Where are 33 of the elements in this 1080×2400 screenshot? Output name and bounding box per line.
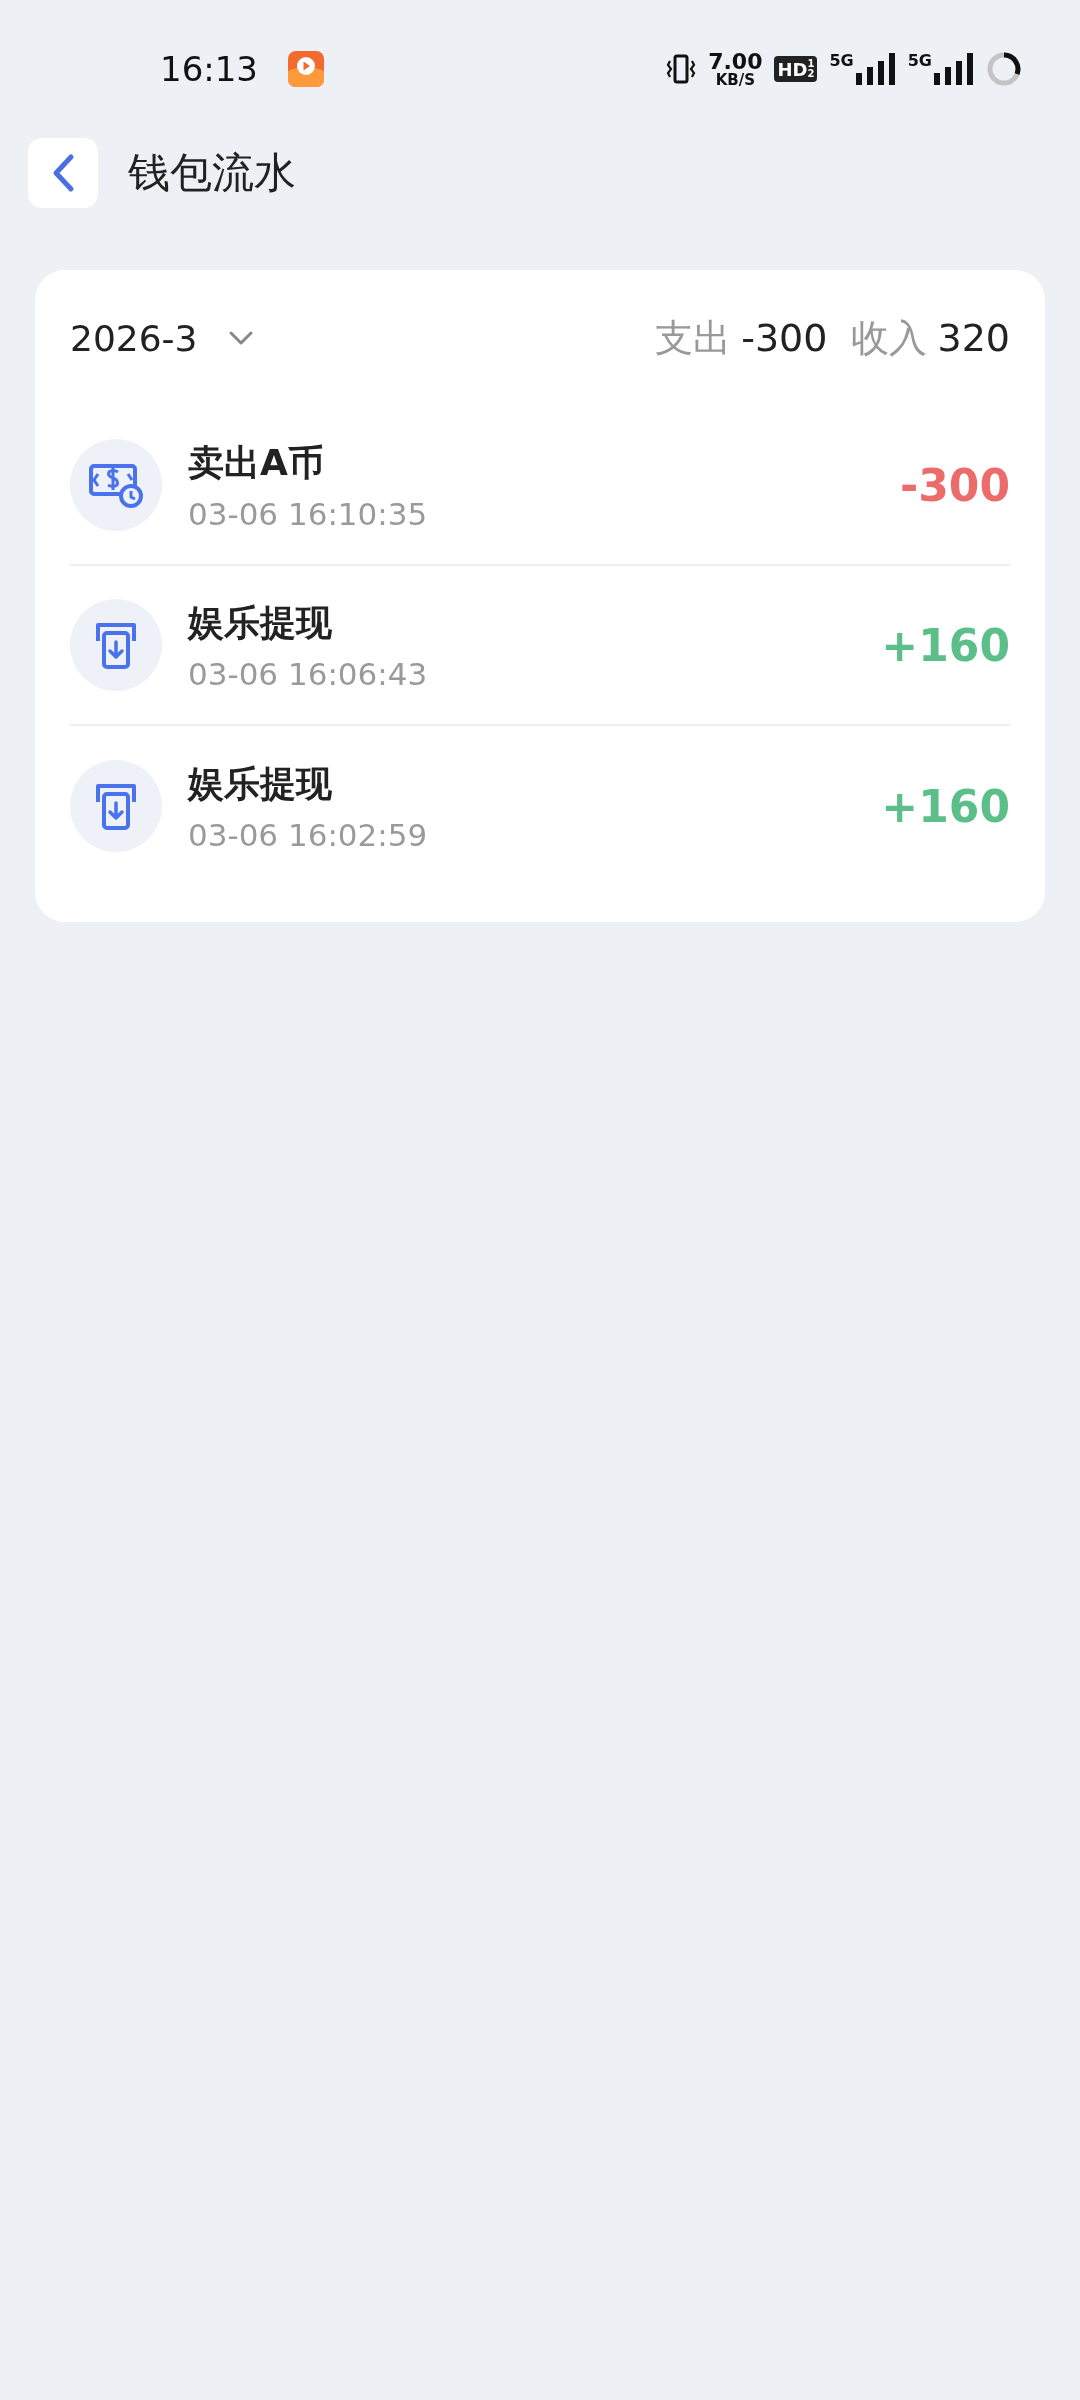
network-label: 5G xyxy=(907,53,932,69)
page-title: 钱包流水 xyxy=(128,147,296,199)
record-amount: +160 xyxy=(881,780,1010,832)
speed-unit: KB/S xyxy=(715,72,755,88)
network-label: 5G xyxy=(829,53,854,69)
back-button[interactable] xyxy=(28,138,98,208)
hd-sub: 2 xyxy=(807,69,815,79)
income-label: 收入 xyxy=(851,314,928,362)
chevron-down-icon xyxy=(227,330,254,346)
record-row[interactable]: 娱乐提现 03-06 16:06:43 +160 xyxy=(70,566,1010,726)
signal-icon xyxy=(934,53,974,85)
record-title: 卖出A币 xyxy=(188,440,325,485)
record-row[interactable]: 卖出A币 03-06 16:10:35 -300 xyxy=(70,406,1010,566)
income-total: 320 xyxy=(937,315,1010,360)
record-title: 娱乐提现 xyxy=(188,600,333,645)
speed-value: 7.00 xyxy=(708,50,763,73)
signal-icon xyxy=(855,53,896,85)
status-time: 16:13 xyxy=(160,49,258,89)
battery-ring-icon xyxy=(986,51,1022,87)
record-title: 娱乐提现 xyxy=(188,761,333,806)
record-time: 03-06 16:10:35 xyxy=(188,495,429,532)
record-time: 03-06 16:06:43 xyxy=(188,655,429,692)
record-amount: +160 xyxy=(881,619,1010,671)
expense-label: 支出 xyxy=(655,314,732,362)
record-time: 03-06 16:02:59 xyxy=(188,816,429,853)
vibrate-icon xyxy=(666,53,697,85)
month-selector[interactable]: 2026-3 xyxy=(70,317,254,359)
hd-label: HD xyxy=(777,58,808,80)
hd-sup: 1 xyxy=(807,59,815,69)
record-amount: -300 xyxy=(899,459,1010,511)
record-row[interactable]: 娱乐提现 03-06 16:02:59 +160 xyxy=(70,726,1010,886)
app-icon xyxy=(288,51,324,87)
expense-total: -300 xyxy=(741,315,828,360)
